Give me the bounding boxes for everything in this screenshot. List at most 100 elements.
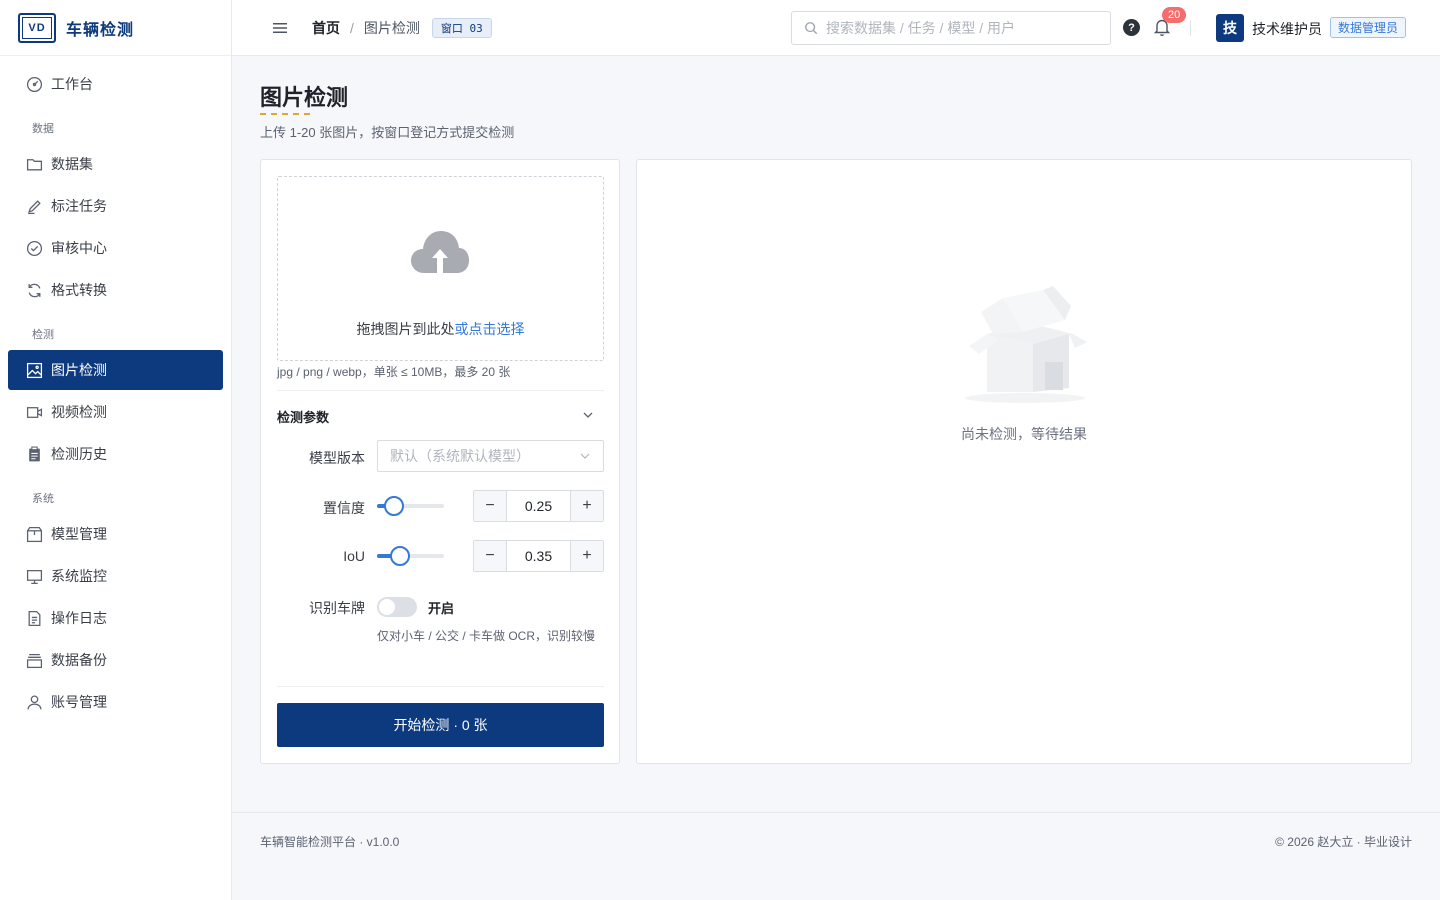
sidebar-item-label: 操作日志	[51, 610, 107, 626]
sidebar-item-review[interactable]: 审核中心	[8, 228, 223, 268]
decrement-button[interactable]: −	[474, 491, 507, 521]
iou-stepper[interactable]: − 0.35 +	[473, 540, 604, 572]
upload-dropzone[interactable]: 拖拽图片到此处或点击选择	[277, 176, 604, 361]
start-detect-button[interactable]: 开始检测 · 0 张	[277, 703, 604, 747]
footer-right: © 2026 赵大立 · 毕业设计	[1275, 835, 1412, 849]
iou-label: IoU	[343, 548, 365, 564]
increment-button[interactable]: +	[570, 541, 603, 571]
iou-value[interactable]: 0.35	[507, 541, 570, 571]
sidebar-item-label: 审核中心	[51, 240, 107, 256]
video-icon	[25, 403, 43, 421]
brand-name: 车辆检测	[66, 21, 135, 39]
window-tag: 窗口 03	[431, 17, 492, 38]
plate-toggle-text: 开启	[428, 601, 455, 616]
divider	[277, 390, 604, 391]
sidebar-item-models[interactable]: 模型管理	[8, 514, 223, 554]
page-subtitle: 上传 1-20 张图片，按窗口登记方式提交检测	[260, 125, 515, 140]
archive-icon	[25, 651, 43, 669]
folder-icon	[25, 155, 43, 173]
user-icon	[25, 693, 43, 711]
sidebar-item-video-detect[interactable]: 视频检测	[8, 392, 223, 432]
empty-box-icon	[965, 286, 1087, 403]
sidebar-item-label: 标注任务	[51, 198, 107, 214]
chevron-down-icon[interactable]	[581, 408, 595, 422]
slider-handle[interactable]	[383, 496, 404, 516]
image-icon	[25, 361, 43, 379]
sidebar-item-monitor[interactable]: 系统监控	[8, 556, 223, 596]
breadcrumb-home[interactable]: 首页	[312, 18, 340, 38]
confidence-value[interactable]: 0.25	[507, 491, 570, 521]
empty-result-text: 尚未检测，等待结果	[961, 426, 1087, 442]
sidebar-item-label: 检测历史	[51, 446, 107, 462]
notification-badge: 20	[1162, 7, 1187, 23]
sidebar: VD 车辆检测 工作台 数据 数据集 标注任务 审核中心 格式转换 检测 图片检…	[0, 0, 232, 900]
params-title[interactable]: 检测参数	[277, 407, 329, 426]
sidebar-item-dashboard[interactable]: 工作台	[8, 64, 223, 104]
search-box[interactable]	[791, 11, 1111, 45]
sidebar-item-annotation[interactable]: 标注任务	[8, 186, 223, 226]
brand-logo: VD	[18, 12, 56, 43]
sidebar-item-image-detect[interactable]: 图片检测	[8, 350, 223, 390]
sidebar-item-accounts[interactable]: 账号管理	[8, 682, 223, 722]
pen-icon	[25, 197, 43, 215]
box-icon	[25, 525, 43, 543]
sidebar-item-convert[interactable]: 格式转换	[8, 270, 223, 310]
sidebar-item-backup[interactable]: 数据备份	[8, 640, 223, 680]
select-file-link[interactable]: 或点击选择	[455, 321, 525, 337]
breadcrumb-current: 图片检测	[363, 19, 420, 36]
brand[interactable]: VD 车辆检测	[0, 0, 231, 56]
footer-left: 车辆智能检测平台 · v1.0.0	[260, 835, 400, 849]
decrement-button[interactable]: −	[474, 541, 507, 571]
chevron-down-icon	[580, 453, 590, 459]
sidebar-item-label: 视频检测	[51, 404, 107, 420]
sidebar-nav: 工作台 数据 数据集 标注任务 审核中心 格式转换 检测 图片检测 视频检测 检…	[0, 56, 231, 732]
monitor-icon	[25, 567, 43, 585]
file-hint: jpg / png / webp，单张 ≤ 10MB，最多 20 张	[277, 365, 511, 379]
toggle-knob	[379, 599, 395, 615]
sidebar-item-label: 模型管理	[51, 526, 107, 542]
sidebar-section-title: 数据	[32, 123, 54, 135]
slider-handle[interactable]	[390, 546, 411, 566]
check-circle-icon	[25, 239, 43, 257]
menu-toggle-icon[interactable]	[270, 18, 290, 38]
divider	[277, 686, 604, 687]
username[interactable]: 技术维护员	[1252, 19, 1322, 39]
iou-slider[interactable]	[377, 546, 444, 566]
model-label: 模型版本	[309, 450, 365, 466]
sidebar-item-logs[interactable]: 操作日志	[8, 598, 223, 638]
sidebar-item-label: 格式转换	[51, 282, 107, 298]
breadcrumb: 首页 / 图片检测 窗口 03	[312, 17, 492, 38]
sidebar-item-label: 账号管理	[51, 694, 107, 710]
header-divider	[1190, 20, 1191, 36]
footer: 车辆智能检测平台 · v1.0.0 © 2026 赵大立 · 毕业设计	[232, 812, 1440, 900]
sidebar-item-label: 图片检测	[51, 362, 107, 378]
plate-toggle[interactable]	[377, 597, 417, 617]
refresh-icon	[25, 281, 43, 299]
document-icon	[25, 609, 43, 627]
sidebar-item-dataset[interactable]: 数据集	[8, 144, 223, 184]
title-underline	[260, 113, 310, 115]
avatar[interactable]: 技	[1216, 14, 1244, 42]
clipboard-icon	[25, 445, 43, 463]
help-icon[interactable]: ?	[1123, 19, 1140, 36]
confidence-slider[interactable]	[377, 496, 444, 516]
model-select[interactable]: 默认（系统默认模型）	[377, 440, 604, 472]
sidebar-section-title: 系统	[32, 493, 54, 505]
increment-button[interactable]: +	[570, 491, 603, 521]
search-input[interactable]	[826, 20, 1096, 36]
drop-text: 拖拽图片到此处或点击选择	[278, 319, 603, 339]
sidebar-item-label: 工作台	[51, 76, 93, 92]
page-title: 图片检测	[260, 85, 349, 110]
plate-label: 识别车牌	[309, 600, 365, 616]
confidence-stepper[interactable]: − 0.25 +	[473, 490, 604, 522]
confidence-label: 置信度	[323, 500, 365, 516]
sidebar-section-title: 检测	[32, 329, 54, 341]
sidebar-item-label: 数据集	[51, 156, 93, 172]
sidebar-item-history[interactable]: 检测历史	[8, 434, 223, 474]
dashboard-icon	[25, 75, 43, 93]
search-icon	[804, 21, 818, 35]
plate-hint: 仅对小车 / 公交 / 卡车做 OCR，识别较慢	[377, 629, 596, 643]
sidebar-item-label: 系统监控	[51, 568, 107, 584]
cloud-upload-icon	[411, 231, 469, 273]
drop-instruction: 拖拽图片到此处	[356, 321, 455, 337]
